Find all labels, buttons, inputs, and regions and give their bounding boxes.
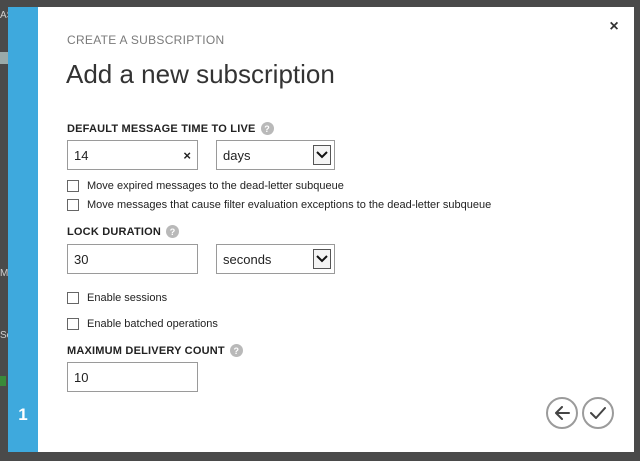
ttl-unit-select[interactable]: days <box>216 140 335 170</box>
dialog-title: Add a new subscription <box>66 59 335 89</box>
expired-dead-letter-label: Move expired messages to the dead-letter… <box>87 180 344 192</box>
ttl-value-input[interactable] <box>74 147 180 163</box>
lock-duration-label: LOCK DURATION ? <box>67 225 180 238</box>
background-status-icon <box>0 376 6 386</box>
add-subscription-dialog: 1 × CREATE A SUBSCRIPTION Add a new subs… <box>8 7 634 452</box>
lock-duration-unit-value: seconds <box>223 251 272 267</box>
expired-dead-letter-checkbox-row[interactable]: Move expired messages to the dead-letter… <box>67 180 344 192</box>
filter-exception-label: Move messages that cause filter evaluati… <box>87 199 492 211</box>
lock-duration-label-text: LOCK DURATION <box>67 225 162 238</box>
ttl-value-field[interactable]: × <box>67 140 198 170</box>
sessions-label: Enable sessions <box>87 292 168 304</box>
lock-duration-input[interactable] <box>74 251 191 267</box>
step-number: 1 <box>18 405 28 424</box>
ttl-unit-value: days <box>223 147 251 163</box>
help-icon[interactable]: ? <box>166 225 180 238</box>
max-delivery-input[interactable] <box>74 369 191 385</box>
max-delivery-label: MAXIMUM DELIVERY COUNT ? <box>67 344 243 357</box>
filter-exception-checkbox[interactable] <box>67 199 79 211</box>
batched-label: Enable batched operations <box>87 318 218 330</box>
arrow-left-icon <box>555 406 570 420</box>
filter-exception-checkbox-row[interactable]: Move messages that cause filter evaluati… <box>67 199 491 211</box>
max-delivery-label-text: MAXIMUM DELIVERY COUNT <box>67 344 225 357</box>
batched-checkbox[interactable] <box>67 318 79 330</box>
sessions-checkbox-row[interactable]: Enable sessions <box>67 292 167 304</box>
batched-checkbox-row[interactable]: Enable batched operations <box>67 318 218 330</box>
chevron-down-icon[interactable] <box>313 249 331 269</box>
lock-duration-unit-select[interactable]: seconds <box>216 244 335 274</box>
sessions-checkbox[interactable] <box>67 292 79 304</box>
help-icon[interactable]: ? <box>260 122 274 135</box>
max-delivery-field[interactable] <box>67 362 198 392</box>
clear-icon[interactable]: × <box>179 148 191 163</box>
close-button[interactable]: × <box>606 19 622 35</box>
confirm-button[interactable] <box>582 397 614 429</box>
back-button[interactable] <box>546 397 578 429</box>
help-icon[interactable]: ? <box>229 344 243 357</box>
step-rail: 1 <box>8 7 38 452</box>
ttl-label-text: DEFAULT MESSAGE TIME TO LIVE <box>67 122 256 135</box>
chevron-down-icon[interactable] <box>313 145 331 165</box>
expired-dead-letter-checkbox[interactable] <box>67 180 79 192</box>
background-icon <box>0 52 8 64</box>
dialog-subtitle: CREATE A SUBSCRIPTION <box>67 33 225 47</box>
checkmark-icon <box>590 407 606 419</box>
lock-duration-field[interactable] <box>67 244 198 274</box>
ttl-label: DEFAULT MESSAGE TIME TO LIVE ? <box>67 122 274 135</box>
